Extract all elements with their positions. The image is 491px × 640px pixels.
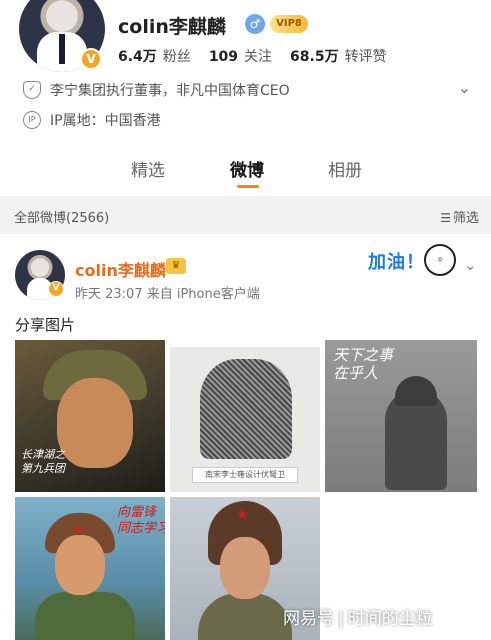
post-username[interactable]: colin李麒麟 — [75, 257, 166, 281]
warrior-helmet-shape — [395, 376, 437, 406]
post-image-4[interactable]: ★ 向雷锋 同志学习 — [15, 497, 165, 640]
following-stat[interactable]: 109 关注 — [209, 46, 272, 66]
engagement-stat[interactable]: 68.5万 转评赞 — [290, 46, 387, 66]
post-meta: 昨天 23:07 来自 iPhone客户端 — [75, 287, 260, 302]
profile-header: V colin李麒麟 ♂ VIP8 6.4万 粉丝 109 关注 68.5万 转评赞 — [0, 0, 491, 76]
profile-stats: 6.4万 粉丝 109 关注 68.5万 转评赞 — [118, 46, 387, 66]
face-shape — [57, 378, 133, 468]
profile-tabs: 精选 微博 相册 — [0, 150, 491, 190]
filter-bar: 全部微博(2566) ☰ 筛选 — [0, 196, 491, 234]
tab-album[interactable]: 相册 — [328, 156, 362, 181]
verified-badge-icon: V — [80, 48, 102, 70]
post-text: 分享图片 — [15, 316, 76, 334]
all-posts-count: 全部微博(2566) — [14, 211, 110, 226]
verified-badge-icon: V — [48, 281, 64, 297]
body-shape — [35, 592, 135, 640]
shield-icon: ✓ — [23, 81, 41, 99]
face-shape — [220, 537, 270, 599]
filter-button-label: 筛选 — [452, 211, 479, 226]
crown-icon: ♛ — [166, 258, 186, 274]
scarf-shape — [198, 593, 292, 640]
post-image-1[interactable]: 长津湖之 第九兵团 — [15, 340, 165, 492]
watermark-brand: 网易号 — [283, 609, 334, 629]
sketch-shape — [200, 359, 292, 459]
chevron-down-icon[interactable]: ⌄ — [464, 256, 477, 274]
filter-icon: ☰ — [440, 211, 451, 225]
avatar-tie — [59, 34, 65, 64]
post-image-2[interactable]: 南宋李士雍设计伏弩卫 — [170, 347, 320, 492]
tab-weibo[interactable]: 微博 — [230, 156, 264, 181]
profile-username: colin李麒麟 — [118, 16, 226, 38]
watermark-account: 时间的尘粒 — [347, 609, 433, 629]
face-shape — [55, 535, 105, 595]
red-star-icon: ★ — [236, 507, 249, 523]
image-caption: 南宋李士雍设计伏弩卫 — [192, 467, 298, 483]
male-gender-icon: ♂ — [245, 14, 265, 34]
chevron-down-icon[interactable]: ⌄ — [458, 78, 471, 97]
image-calligraphy: 向雷锋 同志学习 — [117, 505, 165, 536]
bio-row[interactable]: ✓ 李宁集团执行董事，非凡中国体育CEO ⌄ — [0, 76, 491, 104]
ip-location-text: IP属地：中国香港 — [50, 113, 161, 129]
watermark: 网易号 | 时间的尘粒 — [283, 604, 433, 629]
filter-button[interactable]: ☰ 筛选 — [440, 207, 479, 226]
followers-stat[interactable]: 6.4万 粉丝 — [118, 46, 191, 66]
ip-icon: IP — [23, 111, 41, 129]
post-image-3[interactable]: 天下之事 在乎人 — [325, 340, 477, 492]
sticker-badge-icon: ◎ — [424, 244, 456, 276]
active-tab-indicator — [237, 185, 259, 188]
sticker-text: 加油！ — [368, 252, 425, 273]
image-calligraphy: 长津湖之 第九兵团 — [21, 448, 65, 475]
image-calligraphy: 天下之事 在乎人 — [333, 346, 394, 382]
fan-sticker: 加油！ ◎ — [366, 244, 458, 278]
bio-text: 李宁集团执行董事，非凡中国体育CEO — [50, 83, 290, 99]
watermark-separator: | — [338, 609, 344, 629]
ip-location-row: IP IP属地：中国香港 — [0, 106, 491, 134]
vip-level-badge[interactable]: VIP8 — [270, 15, 308, 33]
tab-featured[interactable]: 精选 — [131, 156, 165, 181]
